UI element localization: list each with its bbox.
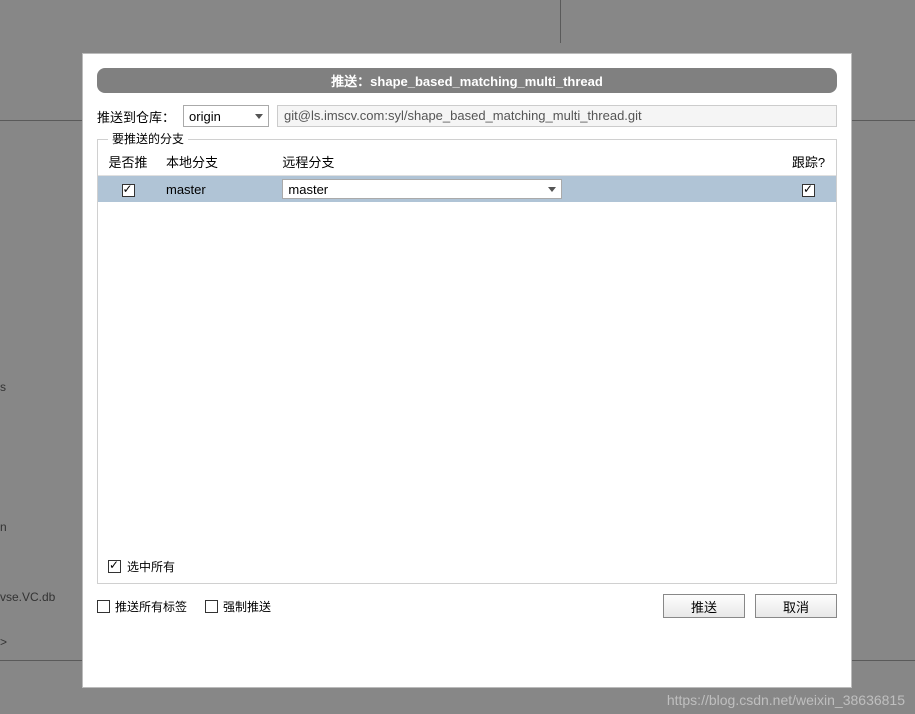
branches-fieldset: 要推送的分支 是否推 本地分支 远程分支 跟踪? master master xyxy=(97,139,837,584)
remote-dropdown-value: origin xyxy=(189,109,221,124)
bg-text: s xyxy=(0,380,6,394)
bg-text: vse.VC.db xyxy=(0,590,55,604)
remote-branch-value: master xyxy=(288,182,328,197)
col-header-push[interactable]: 是否推 xyxy=(98,148,158,176)
select-all-label: 选中所有 xyxy=(127,558,175,575)
chevron-down-icon xyxy=(548,187,556,192)
local-branch-cell: master xyxy=(158,176,274,203)
remote-branch-select[interactable]: master xyxy=(282,179,562,199)
push-dialog: 推送：shape_based_matching_multi_thread 推送到… xyxy=(82,53,852,688)
force-push-checkbox[interactable] xyxy=(205,600,218,613)
push-button[interactable]: 推送 xyxy=(663,594,745,618)
force-push-label: 强制推送 xyxy=(223,598,271,615)
chevron-down-icon xyxy=(255,114,263,119)
track-checkbox[interactable] xyxy=(802,184,815,197)
select-all-option[interactable]: 选中所有 xyxy=(108,558,175,575)
cancel-button[interactable]: 取消 xyxy=(755,594,837,618)
repo-url-field: git@ls.imscv.com:syl/shape_based_matchin… xyxy=(277,105,837,127)
repo-label: 推送到仓库： xyxy=(97,107,175,126)
col-header-local[interactable]: 本地分支 xyxy=(158,148,274,176)
dialog-title: 推送：shape_based_matching_multi_thread xyxy=(97,68,837,93)
push-tags-label: 推送所有标签 xyxy=(115,598,187,615)
bg-text: > xyxy=(0,635,7,649)
push-tags-checkbox[interactable] xyxy=(97,600,110,613)
push-tags-option[interactable]: 推送所有标签 xyxy=(97,598,187,615)
push-checkbox[interactable] xyxy=(122,184,135,197)
select-all-checkbox[interactable] xyxy=(108,560,121,573)
col-header-remote[interactable]: 远程分支 xyxy=(274,148,781,176)
watermark: https://blog.csdn.net/weixin_38636815 xyxy=(667,692,905,708)
remote-dropdown[interactable]: origin xyxy=(183,105,269,127)
fieldset-legend: 要推送的分支 xyxy=(108,130,188,147)
bg-text: n xyxy=(0,520,7,534)
force-push-option[interactable]: 强制推送 xyxy=(205,598,271,615)
table-row[interactable]: master master xyxy=(98,176,836,203)
col-header-track[interactable]: 跟踪? xyxy=(781,148,836,176)
branch-table: 是否推 本地分支 远程分支 跟踪? master master xyxy=(98,148,836,202)
